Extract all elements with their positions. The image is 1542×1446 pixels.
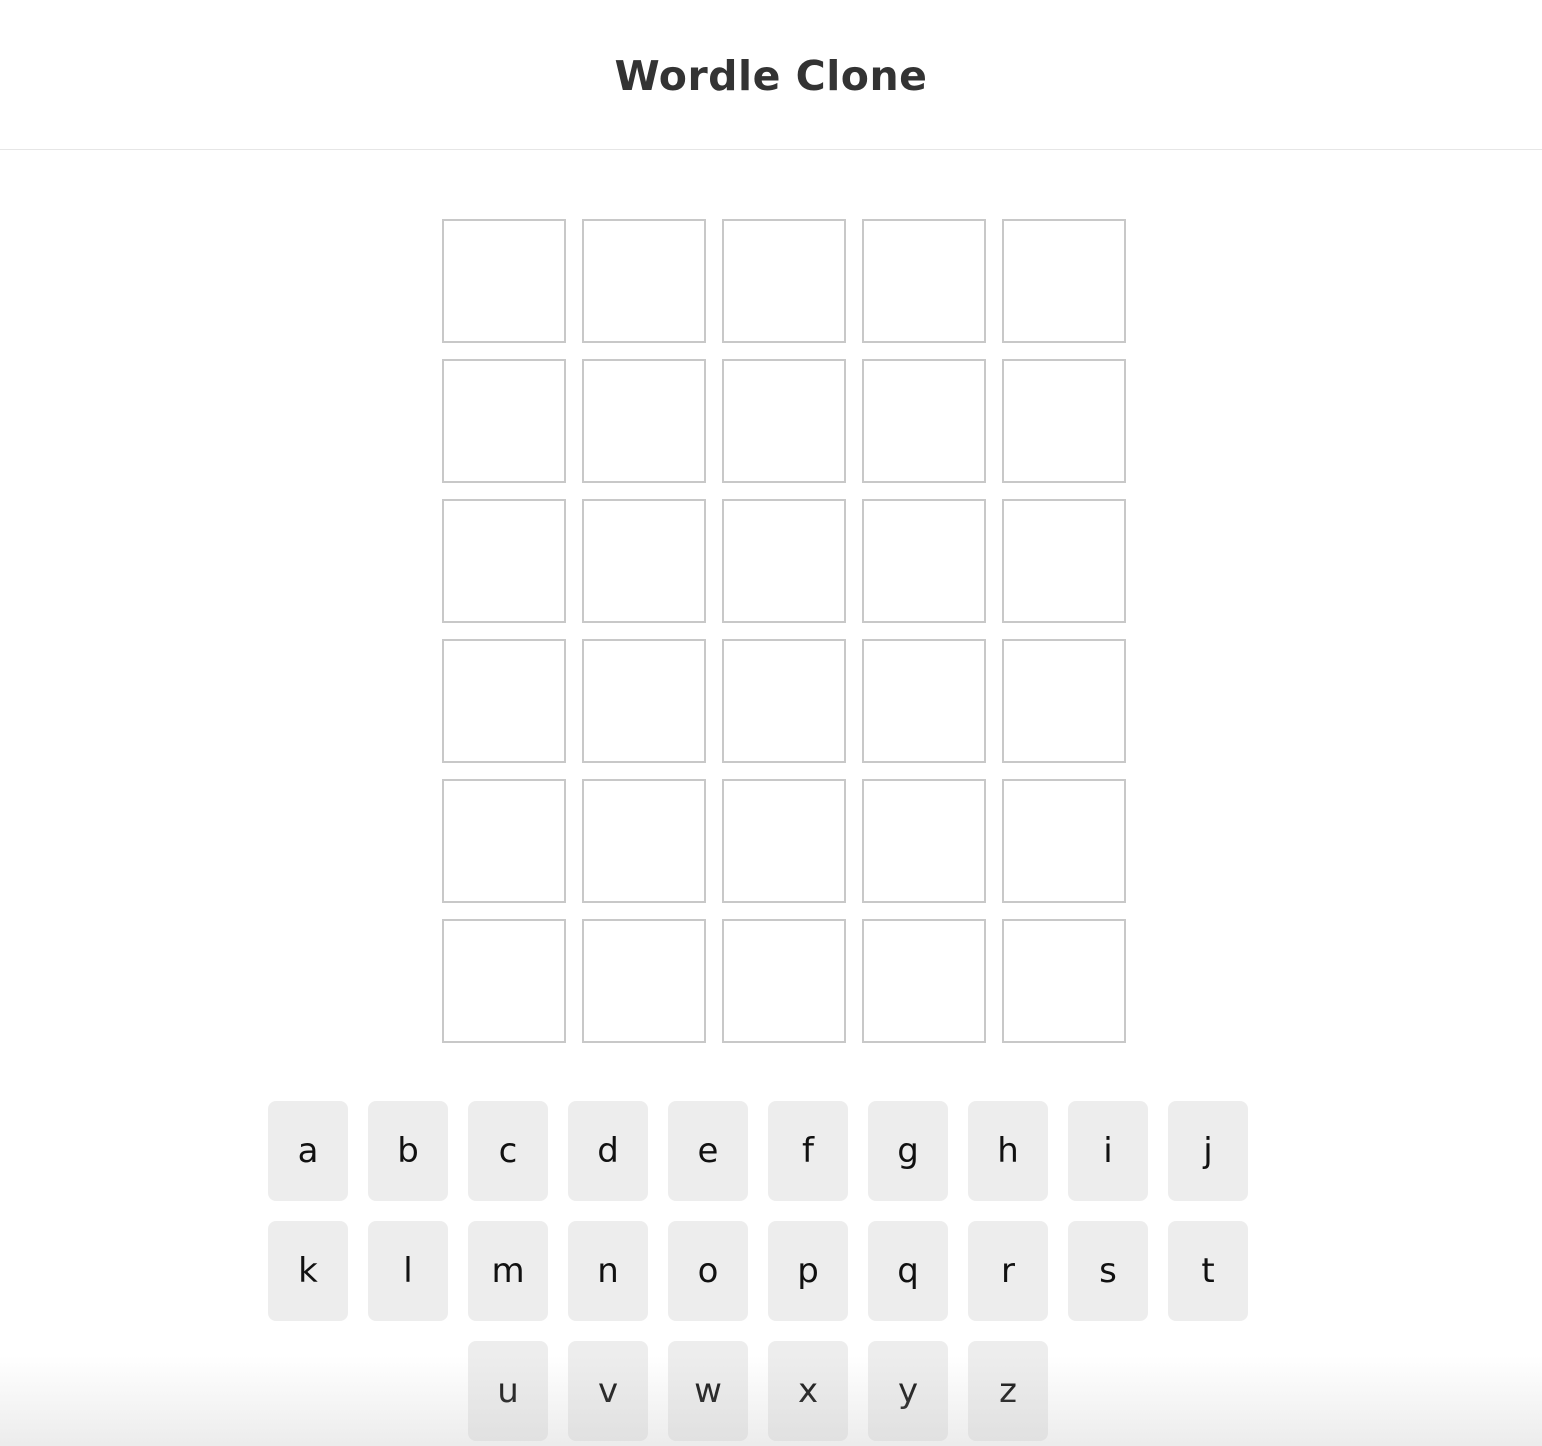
key-y[interactable]: y [868, 1341, 948, 1441]
key-j[interactable]: j [1168, 1101, 1248, 1201]
key-p[interactable]: p [768, 1221, 848, 1321]
key-m[interactable]: m [468, 1221, 548, 1321]
key-x[interactable]: x [768, 1341, 848, 1441]
key-n[interactable]: n [568, 1221, 648, 1321]
board-tile [722, 779, 846, 903]
board-tile [862, 919, 986, 1043]
on-screen-keyboard: abcdefghij klmnopqrst uvwxyz [0, 1101, 1542, 1446]
key-h[interactable]: h [968, 1101, 1048, 1201]
board-tile [1002, 499, 1126, 623]
board-tile [1002, 779, 1126, 903]
wordle-app: Wordle Clone abcdefghij klmnopqrst uvwxyz [0, 0, 1542, 1446]
board-tile [582, 779, 706, 903]
page-title: Wordle Clone [614, 51, 928, 100]
key-i[interactable]: i [1068, 1101, 1148, 1201]
keyboard-row: abcdefghij [0, 1101, 1542, 1201]
board-tile [722, 919, 846, 1043]
key-e[interactable]: e [668, 1101, 748, 1201]
board-tile [862, 779, 986, 903]
key-v[interactable]: v [568, 1341, 648, 1441]
key-q[interactable]: q [868, 1221, 948, 1321]
board-tile [862, 219, 986, 343]
key-s[interactable]: s [1068, 1221, 1148, 1321]
board-tile [442, 919, 566, 1043]
app-header: Wordle Clone [0, 0, 1542, 150]
key-t[interactable]: t [1168, 1221, 1248, 1321]
key-u[interactable]: u [468, 1341, 548, 1441]
board-tile [442, 219, 566, 343]
board-tile [1002, 219, 1126, 343]
board-tile [582, 499, 706, 623]
key-f[interactable]: f [768, 1101, 848, 1201]
board-tile [442, 499, 566, 623]
board-tile [862, 499, 986, 623]
key-o[interactable]: o [668, 1221, 748, 1321]
board-tile [722, 219, 846, 343]
key-d[interactable]: d [568, 1101, 648, 1201]
key-c[interactable]: c [468, 1101, 548, 1201]
board-tile [862, 359, 986, 483]
key-b[interactable]: b [368, 1101, 448, 1201]
game-board [442, 219, 1126, 1043]
board-tile [582, 639, 706, 763]
board-tile [862, 639, 986, 763]
board-tile [442, 359, 566, 483]
board-tile [582, 219, 706, 343]
key-w[interactable]: w [668, 1341, 748, 1441]
key-l[interactable]: l [368, 1221, 448, 1321]
board-tile [722, 639, 846, 763]
board-tile [722, 359, 846, 483]
board-tile [1002, 359, 1126, 483]
board-tile [582, 359, 706, 483]
keyboard-row: uvwxyz [0, 1341, 1542, 1441]
key-g[interactable]: g [868, 1101, 948, 1201]
keyboard-row: klmnopqrst [0, 1221, 1542, 1321]
board-tile [1002, 919, 1126, 1043]
board-tile [1002, 639, 1126, 763]
key-r[interactable]: r [968, 1221, 1048, 1321]
key-k[interactable]: k [268, 1221, 348, 1321]
board-tile [722, 499, 846, 623]
key-a[interactable]: a [268, 1101, 348, 1201]
key-z[interactable]: z [968, 1341, 1048, 1441]
board-tile [442, 639, 566, 763]
board-tile [582, 919, 706, 1043]
board-tile [442, 779, 566, 903]
